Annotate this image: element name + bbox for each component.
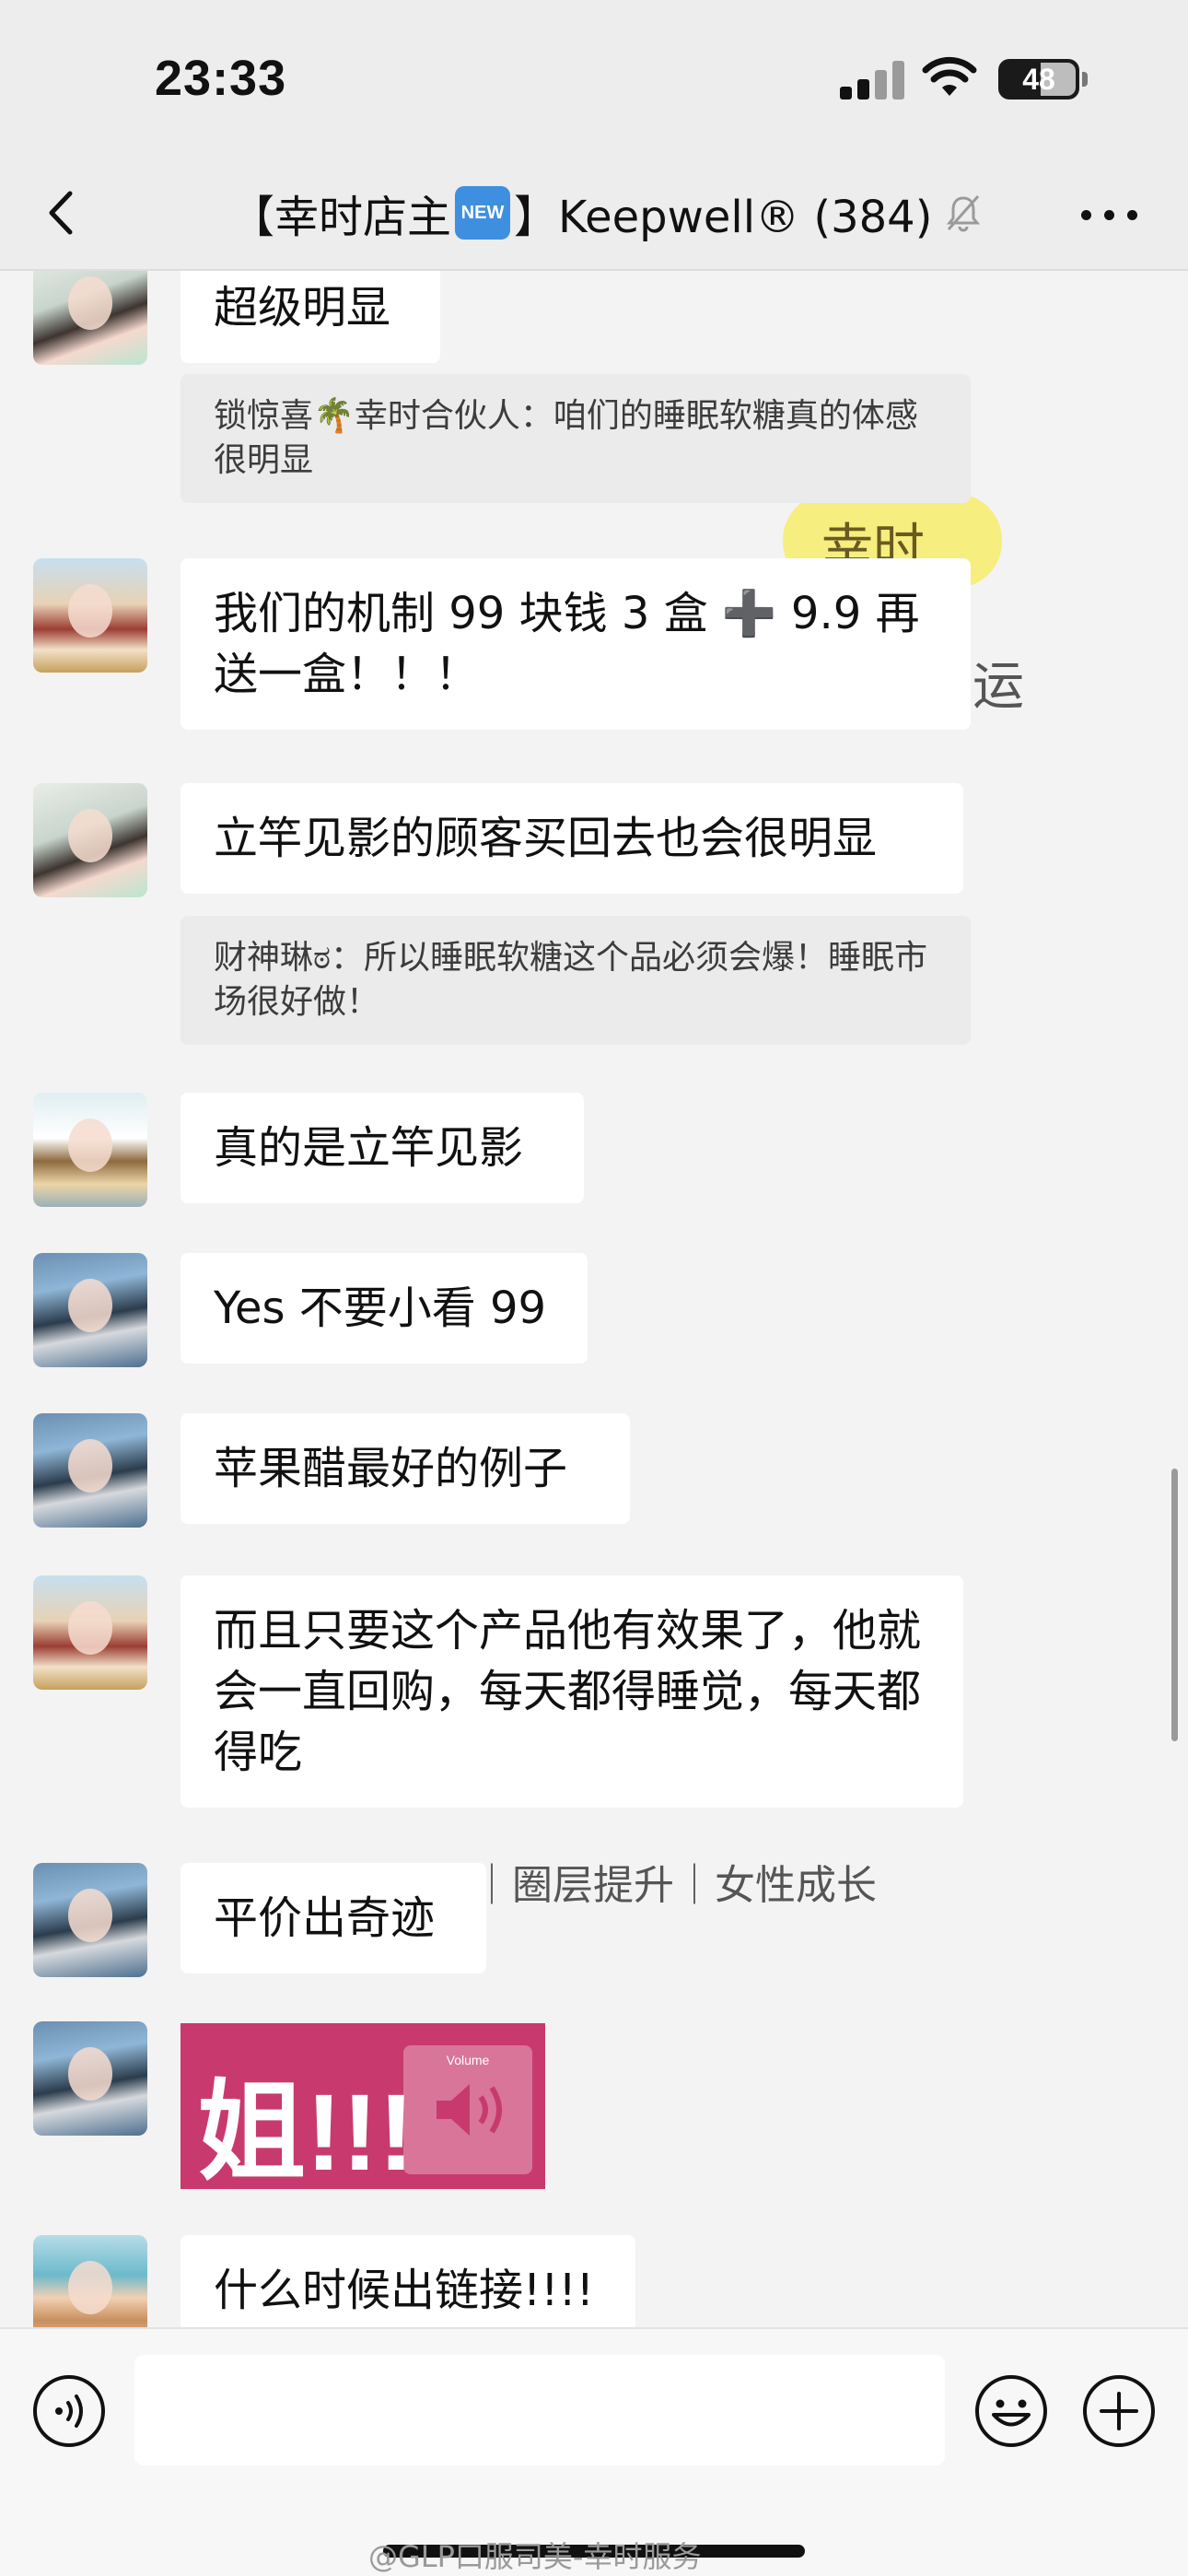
status-time: 23:33 — [155, 51, 287, 106]
avatar[interactable] — [33, 2021, 147, 2136]
sticker-image[interactable]: 姐!!! Volume — [181, 2023, 545, 2189]
message-bubble[interactable]: 立竿见影的顾客买回去也会很明显 — [181, 783, 963, 894]
battery-icon: 48 — [998, 59, 1079, 100]
message-bubble[interactable]: 什么时候出链接!!!! — [181, 2235, 635, 2327]
battery-percent: 48 — [1022, 63, 1055, 96]
back-button[interactable] — [37, 181, 83, 245]
avatar[interactable] — [33, 558, 147, 673]
avatar[interactable] — [33, 271, 147, 365]
quoted-reply[interactable]: 锁惊喜🌴幸时合伙人：咱们的睡眠软糖真的体感很明显 — [181, 374, 971, 503]
avatar[interactable] — [33, 1863, 147, 1977]
avatar[interactable] — [33, 783, 147, 897]
voice-input-button[interactable] — [31, 2373, 107, 2449]
new-badge-icon: NEW — [455, 186, 511, 240]
quoted-reply[interactable]: 财神琳ಠ：所以睡眠软糖这个品必须会爆！睡眠市场很好做！ — [181, 916, 971, 1045]
message-bubble[interactable]: 平价出奇迹 — [181, 1863, 486, 1973]
message-bubble[interactable]: Yes 不要小看 99 — [181, 1253, 588, 1364]
nav-bar: 【幸时店主 NEW 】Keepwell® (384) — [0, 157, 1188, 271]
message-bubble[interactable]: 而且只要这个产品他有效果了，他就会一直回购，每天都得睡觉，每天都得吃 — [181, 1575, 963, 1808]
avatar[interactable] — [33, 1575, 147, 1690]
chat-title-prefix: 【幸时店主 — [230, 192, 452, 243]
message-bubble[interactable]: 超级明显 — [181, 271, 440, 363]
chat-message-list[interactable]: 幸时 运 ｜圈层提升｜女性成长 超级明显 锁惊喜🌴幸时合伙人：咱们的睡眠软糖真的… — [0, 271, 1188, 2327]
overlay-side-text: 运 — [973, 657, 1024, 717]
avatar[interactable] — [33, 1093, 147, 1207]
more-options-button[interactable] — [1077, 197, 1142, 234]
avatar[interactable] — [33, 2235, 147, 2327]
more-features-button[interactable] — [1081, 2373, 1157, 2449]
message-bubble[interactable]: 真的是立竿见影 — [181, 1093, 584, 1203]
overlay-tagline: ｜圈层提升｜女性成长 — [472, 1862, 877, 1909]
scrollbar[interactable] — [1171, 1469, 1178, 1741]
footer-watermark: @GLP口服司美-幸时服务 — [368, 2539, 702, 2574]
cellular-signal-icon — [840, 61, 904, 100]
chat-title: 【幸时店主 NEW 】Keepwell® (384) — [230, 181, 984, 245]
volume-icon: Volume — [403, 2045, 532, 2174]
emoji-button[interactable] — [973, 2373, 1049, 2449]
chat-title-suffix: 】Keepwell® (384) — [514, 192, 933, 243]
status-bar: 23:33 48 — [0, 0, 1188, 157]
avatar[interactable] — [33, 1253, 147, 1367]
avatar[interactable] — [33, 1413, 147, 1528]
message-input[interactable] — [134, 2355, 945, 2465]
mute-bell-icon — [947, 195, 981, 232]
message-bubble[interactable]: 苹果醋最好的例子 — [181, 1413, 630, 1524]
message-bubble[interactable]: 我们的机制 99 块钱 3 盒 ➕ 9.9 再送一盒！！！ — [181, 558, 971, 730]
input-bar: @GLP口服司美-幸时服务 — [0, 2327, 1188, 2576]
sticker-text: 姐!!! — [197, 2072, 414, 2189]
wifi-icon — [922, 56, 977, 96]
